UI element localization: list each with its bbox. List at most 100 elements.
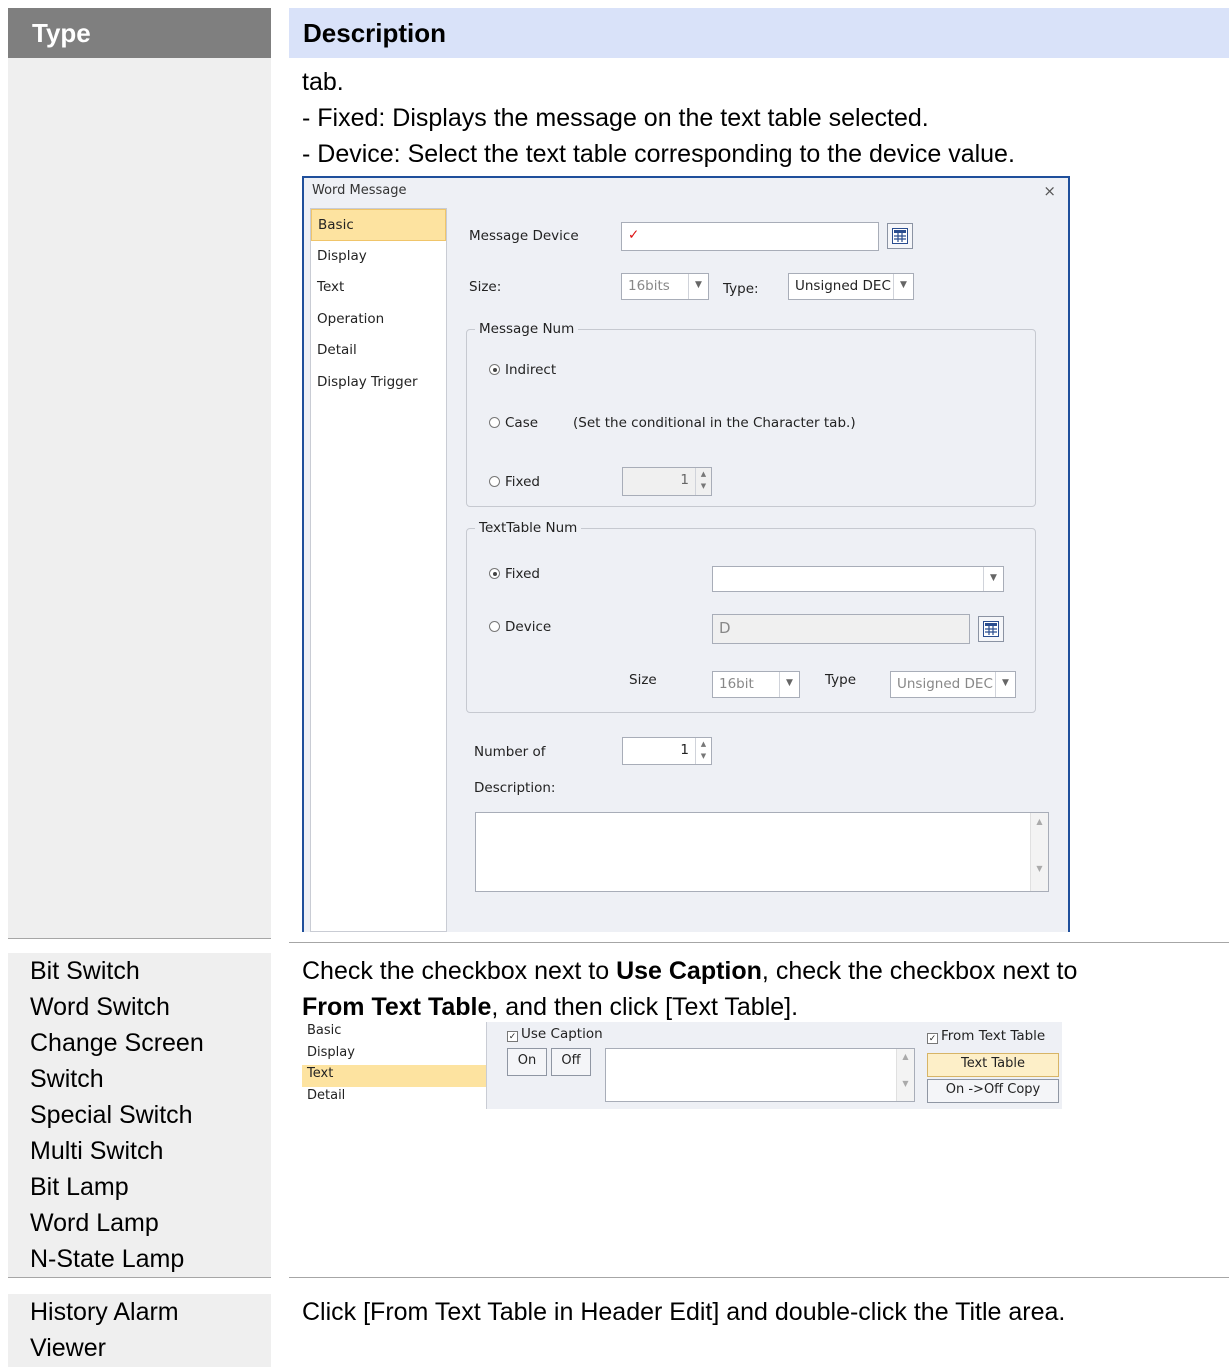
header-description-cell: Description — [289, 8, 1229, 58]
type-select[interactable]: Unsigned DEC ▼ — [788, 273, 914, 300]
device-browse-button[interactable] — [887, 223, 913, 249]
chevron-down-icon: ▼ — [995, 672, 1015, 697]
texttable-num-group: TextTable Num Fixed ▼ Device D Size 16bi… — [466, 520, 1036, 713]
number-of-value: 1 — [680, 742, 689, 758]
tt-device-input[interactable]: D — [712, 614, 970, 644]
nav-item-display-trigger[interactable]: Display Trigger — [311, 367, 446, 399]
from-text-table-label: From Text Table — [941, 1028, 1046, 1044]
fixed-stepper[interactable]: 1 ▲ ▼ — [622, 467, 712, 496]
nav-item-detail[interactable]: Detail — [311, 335, 446, 367]
fixed-radio[interactable]: Fixed — [489, 474, 540, 490]
use-caption-checkbox[interactable]: ✓ Use Caption — [507, 1026, 603, 1042]
row1-line-2: - Fixed: Displays the message on the tex… — [302, 104, 929, 132]
tt-type-value: Unsigned DEC — [897, 676, 993, 692]
checkbox-checked-icon: ✓ — [927, 1033, 938, 1044]
tt-type-label: Type — [825, 672, 857, 688]
tt-size-select[interactable]: 16bit ▼ — [712, 671, 800, 698]
indirect-label: Indirect — [505, 362, 557, 378]
type-n-state-lamp: N-State Lamp — [30, 1245, 185, 1273]
indirect-radio[interactable]: Indirect — [489, 362, 556, 378]
radio-selected-icon — [489, 568, 500, 579]
caption-nav-basic[interactable]: Basic — [302, 1022, 486, 1044]
caption-panel: Basic Display Text Detail ✓ Use Caption O… — [302, 1022, 1062, 1112]
row-divider — [8, 1277, 271, 1278]
dialog-body: Message Device ✓ Size: 16bits ▼ Type: Uns… — [447, 208, 1068, 932]
row1-line-1: tab. — [302, 68, 344, 96]
header-type-cell: Type — [8, 8, 271, 58]
row3-description: Click [From Text Table in Header Edit] a… — [302, 1298, 1066, 1326]
stepper-arrows-icon[interactable]: ▲ ▼ — [695, 738, 711, 764]
type-bit-lamp: Bit Lamp — [30, 1173, 129, 1201]
case-note: (Set the conditional in the Character ta… — [573, 415, 856, 431]
tt-fixed-radio[interactable]: Fixed — [489, 566, 540, 582]
tt-size-label: Size — [629, 672, 657, 688]
description-label: Description: — [474, 780, 556, 796]
row1-type-cell — [8, 58, 271, 938]
size-select[interactable]: 16bits ▼ — [621, 273, 709, 300]
size-label: Size: — [469, 279, 502, 295]
row-divider — [8, 938, 271, 939]
on-button[interactable]: On — [507, 1048, 547, 1076]
type-history-alarm: History Alarm — [30, 1298, 179, 1326]
caption-nav-detail[interactable]: Detail — [302, 1087, 486, 1109]
type-multi-switch: Multi Switch — [30, 1137, 164, 1165]
row2-type-cell: Bit Switch Word Switch Change Screen Swi… — [8, 953, 271, 1277]
row-divider — [289, 1277, 1229, 1278]
tt-type-select[interactable]: Unsigned DEC ▼ — [890, 671, 1016, 698]
row3-type-cell: History Alarm Viewer — [8, 1294, 271, 1367]
chevron-down-icon: ▼ — [688, 274, 708, 299]
caption-nav-text[interactable]: Text — [302, 1065, 486, 1087]
caption-nav: Basic Display Text Detail — [302, 1022, 486, 1112]
tt-device-browse-button[interactable] — [978, 616, 1004, 642]
message-device-label: Message Device — [469, 228, 579, 244]
texttable-num-title: TextTable Num — [475, 520, 582, 536]
nav-item-basic[interactable]: Basic — [311, 209, 446, 241]
message-device-input[interactable]: ✓ — [621, 222, 879, 251]
tt-fixed-label: Fixed — [505, 566, 540, 582]
caption-nav-display[interactable]: Display — [302, 1044, 486, 1066]
nav-item-text[interactable]: Text — [311, 272, 446, 304]
text-table-button[interactable]: Text Table — [927, 1053, 1059, 1077]
dialog-nav: Basic Display Text Operation Detail Disp… — [310, 208, 447, 932]
tt-device-radio[interactable]: Device — [489, 619, 551, 635]
fixed-label: Fixed — [505, 474, 540, 490]
row2-bold-from-text-table: From Text Table — [302, 993, 492, 1021]
description-textarea[interactable]: ▲ ▼ — [475, 812, 1049, 892]
scrollbar[interactable]: ▲ ▼ — [1030, 813, 1048, 891]
row2-description: Check the checkbox next to Use Caption, … — [289, 953, 1229, 1025]
chevron-down-icon: ▼ — [779, 672, 799, 697]
tt-device-label: Device — [505, 619, 552, 635]
number-of-stepper[interactable]: 1 ▲ ▼ — [622, 737, 712, 765]
from-text-table-checkbox[interactable]: ✓ From Text Table — [927, 1028, 1045, 1044]
type-word-switch: Word Switch — [30, 993, 170, 1021]
chevron-down-icon: ▼ — [983, 567, 1003, 591]
tt-fixed-select[interactable]: ▼ — [712, 566, 1004, 592]
on-off-copy-button[interactable]: On ->Off Copy — [927, 1079, 1059, 1103]
use-caption-label: Use Caption — [521, 1026, 603, 1042]
type-switch: Switch — [30, 1065, 104, 1093]
row1-line-3: - Device: Select the text table correspo… — [302, 140, 1015, 168]
caption-textarea[interactable]: ▲ ▼ — [605, 1048, 915, 1102]
nav-item-display[interactable]: Display — [311, 241, 446, 273]
chevron-down-icon: ▼ — [893, 274, 913, 299]
grid-icon — [892, 228, 908, 244]
stepper-arrows-icon[interactable]: ▲ ▼ — [695, 468, 711, 495]
off-button[interactable]: Off — [551, 1048, 591, 1076]
header-type-label: Type — [32, 18, 91, 48]
type-word-lamp: Word Lamp — [30, 1209, 159, 1237]
scrollbar[interactable]: ▲ ▼ — [896, 1049, 914, 1101]
radio-icon — [489, 621, 500, 632]
type-select-value: Unsigned DEC — [795, 278, 891, 294]
radio-selected-icon — [489, 364, 500, 375]
radio-icon — [489, 476, 500, 487]
nav-item-operation[interactable]: Operation — [311, 304, 446, 336]
message-num-title: Message Num — [475, 321, 579, 337]
caption-body: ✓ Use Caption On Off ▲ ▼ ✓ From Text Table … — [486, 1022, 1062, 1109]
tt-size-value: 16bit — [719, 676, 754, 692]
number-of-label: Number of — [474, 744, 546, 760]
message-num-group: Message Num Indirect Case (Set the condi… — [466, 321, 1036, 507]
header-description-label: Description — [303, 18, 447, 48]
row1-description: tab. - Fixed: Displays the message on th… — [289, 64, 1229, 172]
case-radio[interactable]: Case — [489, 415, 538, 431]
close-icon[interactable]: × — [1043, 182, 1056, 200]
